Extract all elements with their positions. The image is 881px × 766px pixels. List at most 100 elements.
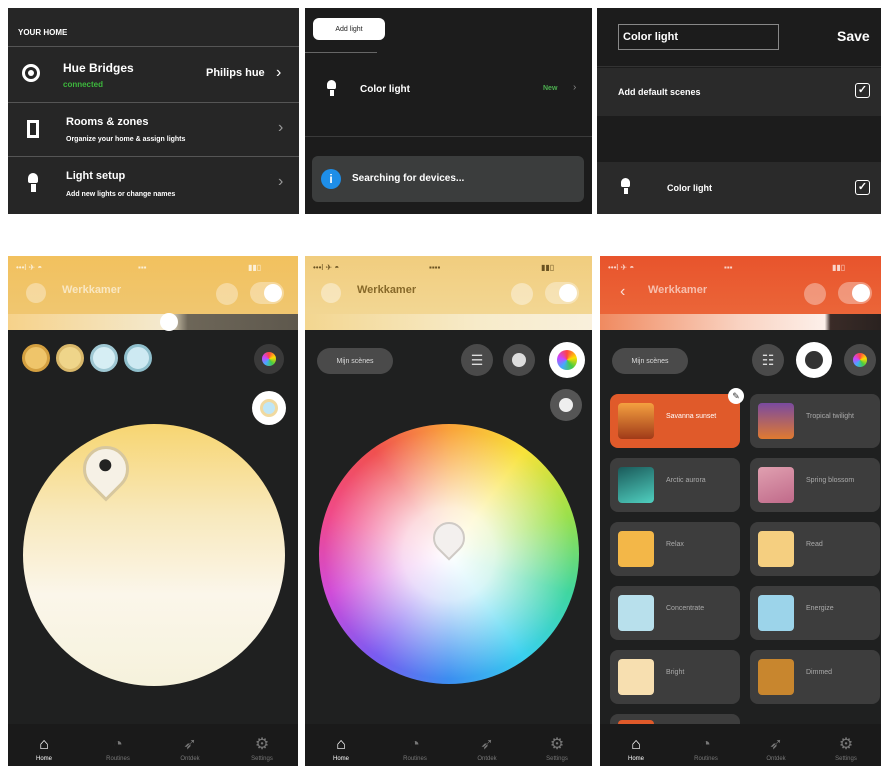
scene-thumb — [758, 403, 794, 439]
scene-tile[interactable]: Read — [750, 522, 880, 576]
new-light-row[interactable]: Color light New › — [305, 70, 592, 110]
scene-tile[interactable]: Tropical twilight — [750, 394, 880, 448]
list-icon[interactable]: ☷ — [752, 344, 784, 376]
scene-tile[interactable]: Relax — [610, 522, 740, 576]
light-name: Color light — [360, 84, 410, 95]
room-title: Werkkamer — [357, 284, 417, 296]
scene-tile[interactable]: Dimmed — [750, 650, 880, 704]
chevron-right-icon: › — [278, 173, 284, 190]
brightness-slider[interactable] — [8, 313, 298, 331]
nav-settings[interactable]: ⚙ Settings — [232, 736, 292, 762]
list-icon[interactable]: ☰ — [461, 344, 493, 376]
checkbox-checked-icon[interactable]: ✓ — [855, 180, 870, 195]
light-setup-title: Light setup — [66, 170, 126, 182]
nav-explore[interactable]: ➶ Ontdek — [160, 736, 220, 762]
rocket-icon: ➶ — [769, 736, 783, 753]
light-bubble[interactable] — [90, 344, 118, 372]
back-button[interactable] — [321, 283, 341, 303]
edit-icon[interactable]: ✎ — [728, 388, 744, 404]
nav-home[interactable]: ⌂ Home — [311, 736, 371, 762]
rooms-title: Rooms & zones — [66, 116, 149, 128]
nav-routines[interactable]: ◔ Routines — [385, 736, 445, 762]
white-picker-icon[interactable] — [252, 391, 286, 425]
bulb-icon — [99, 459, 112, 477]
nav-home[interactable]: ⌂ Home — [606, 736, 666, 762]
back-chevron-icon[interactable]: ‹ — [620, 283, 625, 301]
scene-tile[interactable]: Energize — [750, 586, 880, 640]
scene-tile[interactable]: Concentrate — [610, 586, 740, 640]
scene-tile[interactable]: Arctic aurora — [610, 458, 740, 512]
color-mode-icon[interactable] — [549, 342, 585, 378]
rooms-zones-row[interactable]: Rooms & zones Organize your home & assig… — [8, 103, 299, 155]
new-badge: New — [543, 85, 558, 92]
white-picker-icon[interactable] — [550, 389, 582, 421]
light-setup-row[interactable]: Light setup Add new lights or change nam… — [8, 157, 299, 214]
home-icon: ⌂ — [39, 736, 49, 753]
bridge-status: connected — [63, 80, 104, 89]
scene-tile[interactable]: Bright — [610, 650, 740, 704]
color-mode-icon[interactable] — [844, 344, 876, 376]
status-bar: •••l ✈ ◓ ▪▪▪ ▮▮▯ — [608, 263, 846, 272]
scene-thumb — [758, 531, 794, 567]
light-bubble[interactable] — [56, 344, 84, 372]
my-scenes-button[interactable]: Mijn scènes — [317, 348, 393, 374]
light-bubble[interactable] — [124, 344, 152, 372]
nav-explore[interactable]: ➶ Ontdek — [457, 736, 517, 762]
more-button[interactable] — [511, 283, 533, 305]
light-handle[interactable] — [73, 436, 139, 502]
bulb-icon — [327, 80, 336, 98]
clock-icon: ◔ — [701, 736, 711, 753]
color-mode-icon[interactable] — [254, 344, 284, 374]
phone-white-ambiance: •••l ✈ ◓ ▪▪▪ ▮▮▯ Werkkamer ⌂ Home ◔ Routines… — [8, 256, 298, 766]
nav-settings[interactable]: ⚙ Settings — [527, 736, 587, 762]
rooms-subtitle: Organize your home & assign lights — [66, 136, 186, 143]
save-button[interactable]: Save — [837, 28, 870, 44]
scene-icon[interactable] — [796, 342, 832, 378]
phone-color-wheel: •••l ✈ ◓ ▪▪▪▪ ▮▮▯ Werkkamer Mijn scènes ☰ … — [305, 256, 592, 766]
scene-icon[interactable] — [503, 344, 535, 376]
light-name-input[interactable]: Color light — [618, 24, 779, 50]
color-wheel[interactable] — [319, 424, 579, 684]
default-scenes-label: Add default scenes — [618, 87, 701, 97]
nav-home[interactable]: ⌂ Home — [14, 736, 74, 762]
hue-home-settings-panel: YOUR HOME Hue Bridges connected Philips … — [8, 8, 299, 214]
rocket-icon: ➶ — [183, 736, 197, 753]
gear-icon: ⚙ — [549, 736, 565, 753]
scene-tile[interactable]: Spring blossom — [750, 458, 880, 512]
brightness-slider[interactable] — [305, 314, 592, 330]
scene-tile[interactable]: Savanna sunset ✎ — [610, 388, 744, 448]
status-bar: •••l ✈ ◓ ▪▪▪▪ ▮▮▯ — [313, 263, 555, 272]
light-name: Color light — [667, 183, 712, 193]
back-button[interactable] — [26, 283, 46, 303]
bottom-nav: ⌂ Home ◔ Routines ➶ Ontdek ⚙ Settings — [305, 724, 592, 766]
door-icon — [27, 120, 39, 138]
bulb-icon — [28, 173, 38, 193]
room-toggle[interactable] — [838, 282, 872, 304]
default-scenes-row: Add default scenes ✓ — [597, 68, 881, 116]
my-scenes-button[interactable]: Mijn scènes — [612, 348, 688, 374]
nav-explore[interactable]: ➶ Ontdek — [746, 736, 806, 762]
nav-settings[interactable]: ⚙ Settings — [816, 736, 876, 762]
brightness-slider[interactable] — [600, 314, 881, 330]
add-light-button[interactable]: Add light — [313, 18, 385, 40]
light-bubble[interactable] — [22, 344, 50, 372]
scene-thumb — [758, 467, 794, 503]
room-toggle[interactable] — [545, 282, 579, 304]
more-button[interactable] — [804, 283, 826, 305]
info-icon: i — [321, 169, 341, 189]
checkbox-checked-icon[interactable]: ✓ — [855, 83, 870, 98]
room-toggle[interactable] — [250, 282, 284, 304]
section-title: YOUR HOME — [18, 28, 68, 37]
chevron-right-icon: › — [573, 82, 577, 93]
nav-routines[interactable]: ◔ Routines — [676, 736, 736, 762]
more-button[interactable] — [216, 283, 238, 305]
scene-thumb — [618, 659, 654, 695]
slider-thumb[interactable] — [160, 313, 178, 331]
room-title: Werkkamer — [62, 284, 122, 296]
home-icon: ⌂ — [631, 736, 641, 753]
hue-bridges-row[interactable]: Hue Bridges connected Philips hue › — [8, 47, 299, 101]
scene-thumb — [618, 467, 654, 503]
nav-routines[interactable]: ◔ Routines — [88, 736, 148, 762]
bottom-nav: ⌂ Home ◔ Routines ➶ Ontdek ⚙ Settings — [600, 724, 881, 766]
white-temperature-wheel[interactable] — [23, 424, 285, 686]
